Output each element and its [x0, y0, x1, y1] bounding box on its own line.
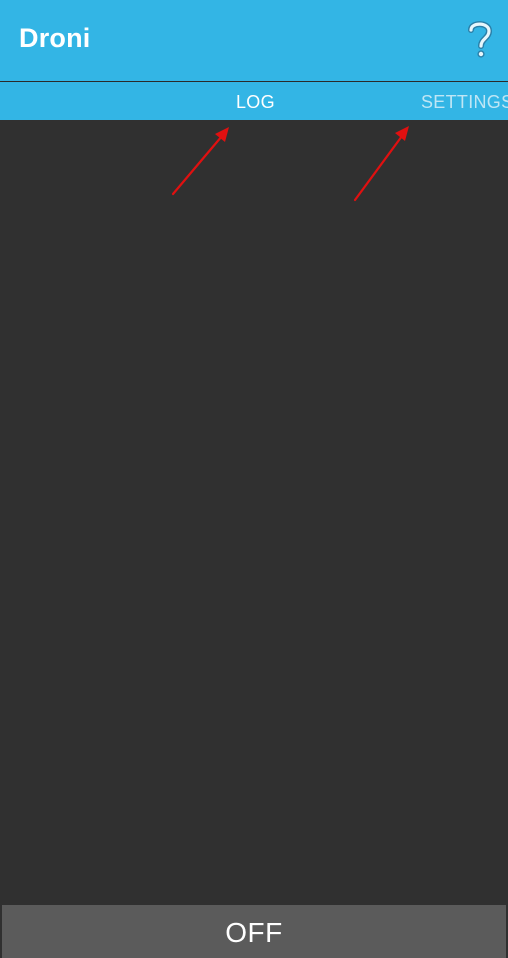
question-mark-icon [468, 21, 493, 58]
app-bar: Droni [0, 0, 508, 81]
app-title: Droni [19, 23, 91, 53]
app-screen: Droni LOG SETTINGS OFF [0, 0, 508, 958]
tab-log[interactable]: LOG [236, 92, 275, 113]
help-button[interactable] [466, 18, 494, 60]
tab-settings[interactable]: SETTINGS [421, 92, 508, 113]
log-panel [0, 120, 508, 905]
power-toggle-label: OFF [225, 917, 283, 948]
power-toggle-button[interactable]: OFF [2, 905, 506, 958]
tab-bar: LOG SETTINGS [0, 82, 508, 120]
